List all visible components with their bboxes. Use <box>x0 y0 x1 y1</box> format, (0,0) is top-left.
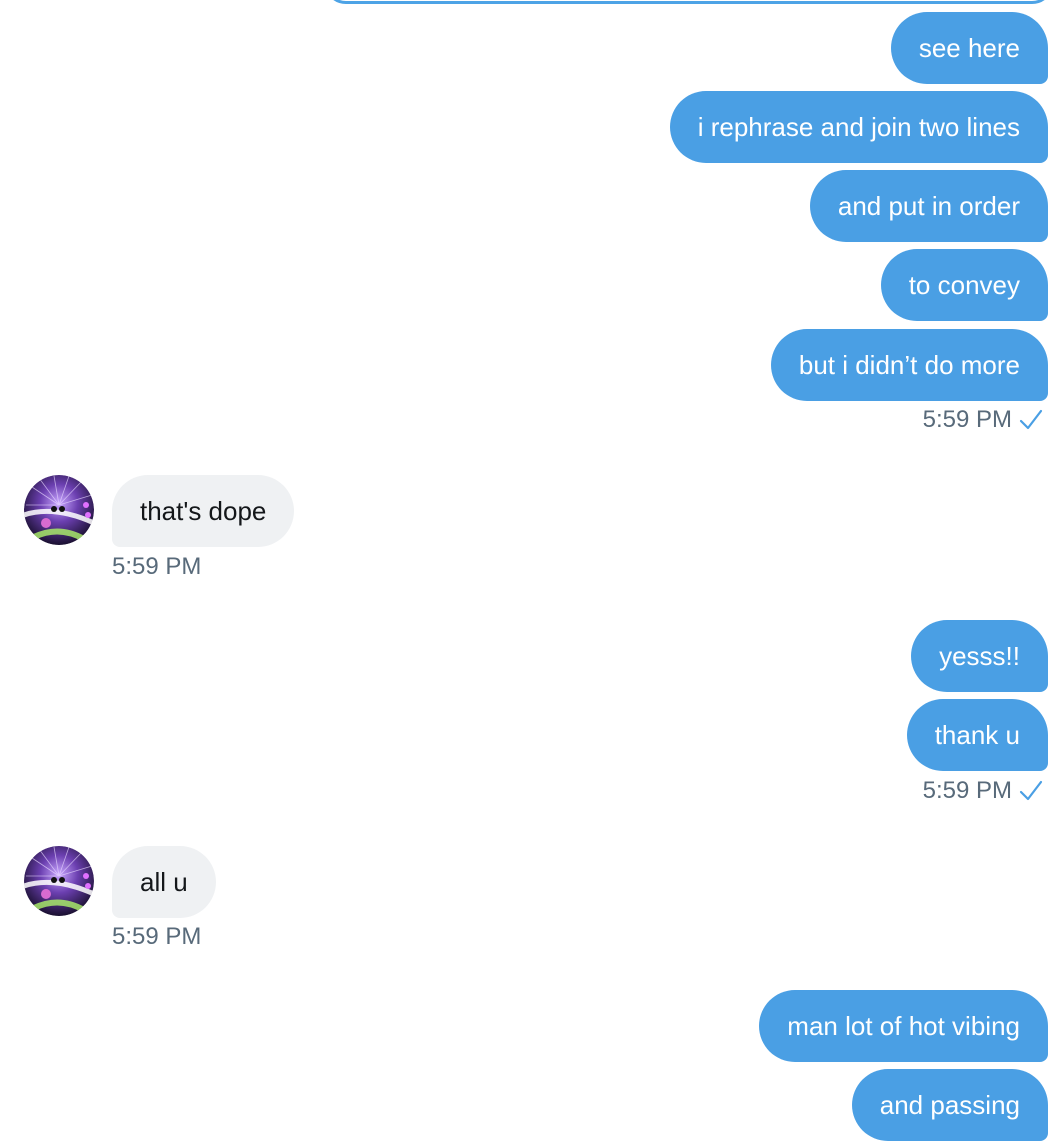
avatar[interactable] <box>24 475 94 545</box>
message-text: i rephrase and join two lines <box>697 112 1020 142</box>
message-timestamp: 5:59 PM <box>112 923 201 951</box>
message-timestamp: 5:59 PM <box>923 406 1044 434</box>
message-text: thank u <box>934 720 1020 750</box>
message-input-edge[interactable] <box>324 0 1054 4</box>
received-message-bubble[interactable]: all u <box>112 846 216 918</box>
message-timestamp: 5:59 PM <box>112 553 201 581</box>
message-timestamp: 5:59 PM <box>923 777 1044 805</box>
received-message-bubble[interactable]: that's dope <box>112 475 295 547</box>
sent-message-bubble[interactable]: to convey <box>880 249 1048 321</box>
message-text: see here <box>918 33 1020 63</box>
message-text: yesss!! <box>939 641 1020 671</box>
sent-message-bubble[interactable]: man lot of hot vibing <box>759 990 1048 1062</box>
sent-message-bubble[interactable]: thank u <box>906 699 1048 771</box>
avatar-image <box>24 846 94 916</box>
timestamp-text: 5:59 PM <box>922 406 1012 433</box>
sent-message-bubble[interactable]: but i didn’t do more <box>770 329 1048 401</box>
message-text: but i didn’t do more <box>798 350 1020 380</box>
sent-message-bubble[interactable]: and passing <box>851 1069 1048 1141</box>
message-text: man lot of hot vibing <box>787 1011 1020 1041</box>
timestamp-text: 5:59 PM <box>922 777 1012 804</box>
message-text: that's dope <box>140 496 267 526</box>
checkmark-icon <box>1018 407 1044 433</box>
sent-message-bubble[interactable]: and put in order <box>809 170 1048 242</box>
avatar-image <box>24 475 94 545</box>
message-text: all u <box>140 867 188 897</box>
message-text: to convey <box>908 270 1020 300</box>
timestamp-text: 5:59 PM <box>112 553 202 580</box>
sent-message-bubble[interactable]: yesss!! <box>911 620 1048 692</box>
avatar[interactable] <box>24 846 94 916</box>
conversation-panel[interactable]: see here i rephrase and join two lines a… <box>0 0 1060 1144</box>
message-text: and passing <box>879 1090 1020 1120</box>
checkmark-icon <box>1018 778 1044 804</box>
message-text: and put in order <box>837 191 1020 221</box>
sent-message-bubble[interactable]: i rephrase and join two lines <box>669 91 1048 163</box>
timestamp-text: 5:59 PM <box>112 923 202 950</box>
sent-message-bubble[interactable]: see here <box>890 12 1048 84</box>
